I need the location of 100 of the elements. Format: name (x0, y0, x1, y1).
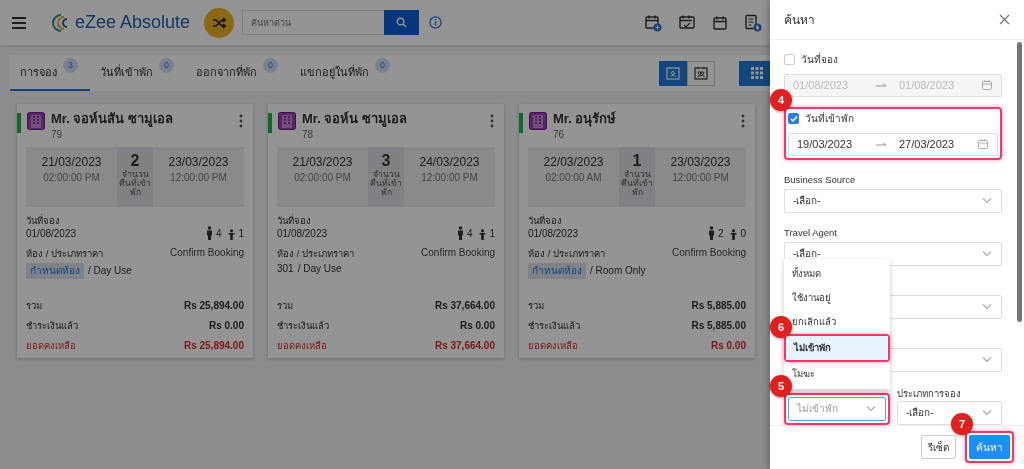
booking-date: 01/08/2023 (528, 228, 579, 240)
calendar-icon (981, 79, 993, 92)
arrival-date: 21/03/2023 (292, 154, 353, 169)
child-count: 0 (740, 228, 746, 240)
select-value: ไม่เข้าพัก (797, 402, 838, 417)
step-badge: 7 (951, 413, 973, 436)
total-value: Rs 0.00 (710, 340, 746, 352)
booking-card[interactable] (17, 104, 253, 358)
checkbox[interactable] (784, 54, 795, 66)
count-badge: 0 (375, 57, 390, 73)
field-label: Business Source (784, 173, 857, 185)
booking-number: 78 (302, 128, 315, 141)
menu-item[interactable]: ใช้งานอยู่ (784, 285, 890, 310)
nights-label: จำนวนคืนที่เข้าพัก (118, 169, 152, 198)
guest-name: Mr. อนุรักษ์ (553, 111, 618, 127)
total-label: ยอดคงเหลือ (528, 340, 578, 352)
tab[interactable]: วันที่เข้าพัก 0 (90, 55, 186, 91)
count-badge: 0 (263, 57, 278, 73)
total-label: ยอดคงเหลือ (26, 340, 76, 352)
departure-date: 23/03/2023 (168, 154, 229, 169)
view-toggle[interactable] (687, 60, 715, 86)
field-label: วันที่จอง (26, 214, 61, 226)
field-label: ห้อง / ประเภทราคา (26, 247, 103, 259)
scrollbar[interactable] (1017, 41, 1022, 322)
step-badge: 4 (770, 88, 792, 111)
adult-icon (707, 226, 715, 240)
start-date: 19/03/2023 (797, 138, 854, 151)
arrow-icon (875, 140, 887, 149)
guest-calendar-icon (666, 66, 680, 80)
calendar-check-icon[interactable] (678, 13, 696, 32)
close-button[interactable] (999, 13, 1010, 25)
menu-item[interactable]: ไม่เข้าพัก (786, 335, 888, 360)
calendar-icon[interactable] (712, 14, 728, 31)
field-label: ห้อง / ประเภทราคา (528, 247, 605, 259)
departure-time: 12:00:00 PM (170, 172, 227, 184)
nights-count: 1 (632, 150, 642, 170)
shuffle-icon (212, 16, 227, 29)
select-value: -เลือก- (793, 194, 821, 209)
select-value: -เลือก- (793, 247, 821, 262)
field-label: วันที่จอง (277, 214, 312, 226)
field-label: วันที่จอง (528, 214, 563, 226)
total-value: Rs 0.00 (459, 320, 495, 332)
dropdown-field[interactable]: -เลือก- (784, 188, 1002, 213)
booking-date: 01/08/2023 (26, 228, 77, 240)
tab[interactable]: ออกจากที่พัก 0 (186, 55, 290, 91)
group-calendar-icon (694, 66, 708, 80)
reset-button[interactable]: รีเซ็ต (921, 435, 956, 460)
more-icon[interactable] (740, 113, 746, 129)
booking-status: Confirm Booking (421, 247, 495, 259)
total-value: Rs 5,885.00 (691, 300, 746, 312)
child-icon[interactable] (228, 229, 236, 240)
panel-title: ค้นหา (784, 11, 815, 29)
building-icon (278, 112, 296, 130)
field-label: Travel Agent (784, 226, 838, 238)
booking-status: Confirm Booking (672, 247, 746, 259)
booking-card[interactable] (519, 104, 755, 358)
tab[interactable]: การจอง 3 (10, 55, 90, 91)
search-field[interactable]: ค้นหาด่วน (242, 10, 385, 35)
total-value: Rs 37,664.00 (434, 300, 495, 312)
child-icon[interactable] (730, 229, 738, 240)
total-label: ชำระเงินแล้ว (528, 320, 580, 332)
info-icon[interactable] (429, 16, 443, 29)
rate-type: / Day Use (297, 263, 342, 275)
count-badge: 3 (63, 57, 78, 73)
child-icon[interactable] (479, 229, 487, 240)
more-icon[interactable] (238, 113, 244, 129)
view-toggle[interactable] (659, 60, 687, 86)
select-value: -เลือก- (906, 406, 934, 421)
end-date: 27/03/2023 (899, 138, 956, 151)
field-label: ประเภทการจอง (897, 386, 962, 397)
nights-label: จำนวนคืนที่เข้าพัก (369, 169, 403, 198)
adult-icon (456, 226, 464, 240)
check-icon (789, 114, 798, 123)
total-value: Rs 25,894.00 (183, 300, 244, 312)
arrival-time: 02:00:00 AM (545, 172, 602, 184)
tab[interactable]: แขกอยู่ในที่พัก 0 (290, 55, 402, 91)
guest-name: Mr. จอห์น ซามูเอล (302, 111, 408, 127)
checkbox[interactable] (788, 113, 799, 125)
total-label: ยอดคงเหลือ (277, 340, 327, 352)
calendar-plus-icon[interactable] (644, 13, 662, 32)
adult-count: 2 (717, 228, 724, 240)
invoice-dollar-icon[interactable] (744, 13, 762, 32)
arrival-date: 22/03/2023 (543, 154, 604, 169)
more-icon[interactable] (489, 113, 495, 129)
date-range-field[interactable]: 19/03/2023 27/03/2023 (788, 132, 998, 156)
arrival-date: 21/03/2023 (41, 154, 102, 169)
rate-type: / Day Use (88, 265, 132, 277)
count-badge: 0 (159, 57, 174, 73)
booking-status: Confirm Booking (170, 247, 244, 259)
step-badge: 5 (770, 374, 792, 397)
rate-type: / Room Only (590, 265, 646, 277)
search-button[interactable] (384, 10, 420, 35)
booking-card[interactable] (268, 104, 504, 358)
building-icon (529, 112, 547, 130)
booking-number: 76 (553, 128, 566, 141)
switch-button[interactable] (204, 7, 235, 38)
arrow-icon (875, 81, 887, 90)
arrival-time: 02:00:00 PM (294, 172, 351, 184)
adult-count: 4 (215, 228, 222, 240)
search-icon (396, 17, 408, 28)
